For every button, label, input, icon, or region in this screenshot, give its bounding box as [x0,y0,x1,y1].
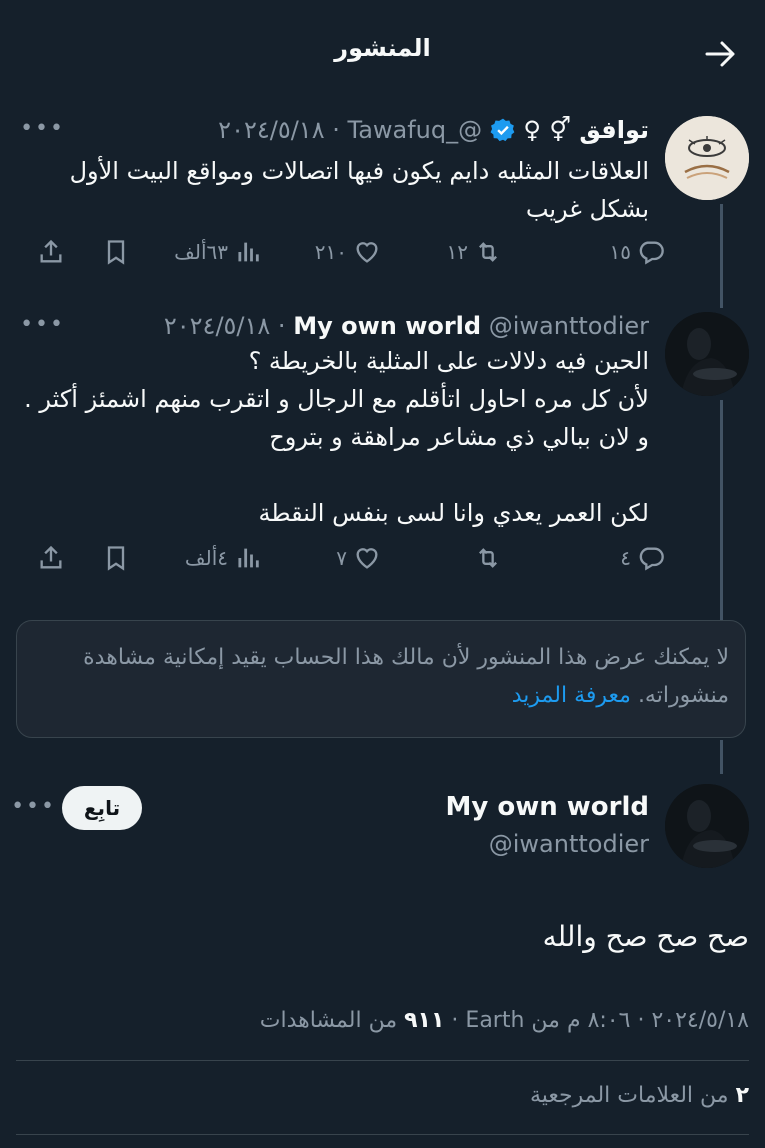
share-icon [40,239,62,263]
separator: · [637,1008,645,1033]
avatar-image [665,312,749,396]
avatar-image [665,116,749,200]
verified-badge-icon [490,118,515,142]
avatar[interactable] [665,312,749,396]
tweet-actions: ١٥ ١٢ ٢١٠ ٦٣ألف [16,232,665,272]
reply-icon [639,241,664,265]
reply-count: ١٥ [609,240,631,264]
handle[interactable]: @_Tawafuq [348,116,483,144]
back-button[interactable] [701,34,741,74]
heart-icon [356,548,378,569]
display-name[interactable]: My own world [293,312,481,340]
thread-line [720,400,723,620]
repost-button[interactable]: ١٢ [447,232,502,272]
divider [16,1060,749,1061]
arrow-right-icon [705,41,735,67]
views-chart-icon [238,242,259,262]
reply-icon [639,547,664,571]
bookmark-icon [107,546,125,571]
notice-text: لا يمكنك عرض هذا المنشور لأن مالك هذا ال… [83,645,729,708]
tweet[interactable]: My own world @iwanttodier · ٢٠٢٤/٥/١٨ ••… [17,312,649,532]
share-icon [40,545,62,569]
separator: · [277,312,286,340]
share-button[interactable] [37,538,65,578]
separator: · [332,116,340,144]
page-title: المنشور [334,34,431,62]
avatar-image [665,784,749,868]
separator: · [451,1008,459,1033]
tweet-date[interactable]: ٢٠٢٤/٥/١٨ [218,116,324,144]
learn-more-link[interactable]: معرفة المزيد [512,683,631,708]
like-button[interactable]: ٧ [336,538,381,578]
tweet-text: العلاقات المثليه دايم يكون فيها اتصالات … [69,157,649,223]
divider [16,1134,749,1135]
views-button[interactable]: ٦٣ألف [174,232,262,272]
more-options-icon[interactable]: ••• [20,116,65,146]
post-date[interactable]: ٢٠٢٤/٥/١٨ [651,1008,749,1033]
tweet-actions: ٤ ٧ ٤ألف [16,538,665,578]
views-count: ٩١١ [404,1008,445,1033]
handle[interactable]: @iwanttodier [489,830,649,858]
like-button[interactable]: ٢١٠ [315,232,381,272]
repost-icon [479,548,497,568]
bookmark-icon [107,240,125,265]
avatar[interactable] [665,784,749,868]
repost-icon [479,242,497,262]
top-bar: المنشور [0,0,765,106]
thread-line [720,204,723,308]
more-options-icon[interactable]: ••• [20,312,65,342]
post-time[interactable]: ٨:٠٦ م [567,1008,631,1033]
tweet-date[interactable]: ٢٠٢٤/٥/١٨ [164,312,270,340]
bookmark-button[interactable] [102,538,130,578]
post-meta: ٢٠٢٤/٥/١٨ · ٨:٠٦ م من Earth · ٩١١ من الم… [260,1008,749,1033]
avatar[interactable] [665,116,749,200]
views-button[interactable]: ٤ألف [185,538,262,578]
reply-button[interactable]: ١٥ [610,232,665,272]
like-count: ٢١٠ [314,240,347,264]
heart-icon [356,242,378,263]
repost-button[interactable] [468,538,502,578]
display-name[interactable]: توافق ⚥ ♀ [523,116,649,144]
reply-count: ٤ [620,546,631,570]
post-text: صح صح صح والله [542,920,749,953]
post-source: من Earth [465,1008,560,1033]
views-count: ٤ألف [184,546,228,570]
reply-button[interactable]: ٤ [620,538,665,578]
views-count: ٦٣ألف [174,240,228,264]
follow-button[interactable]: تابِع [62,786,142,830]
bookmarks-label: من العلامات المرجعية [529,1083,729,1108]
repost-count: ١٢ [446,240,468,264]
share-button[interactable] [37,232,65,272]
like-count: ٧ [336,546,347,570]
display-name[interactable]: My own world [445,792,649,822]
handle[interactable]: @iwanttodier [489,312,649,340]
more-options-icon[interactable]: ••• [11,794,56,824]
tweet-text: الحين فيه دلالات على المثلية بالخريطة ؟ … [24,347,649,527]
tweet-header: توافق ⚥ ♀ @_Tawafuq · ٢٠٢٤/٥/١٨ [17,116,649,150]
bookmarks-count: ٢ [735,1083,749,1108]
views-label: من المشاهدات [259,1008,398,1033]
thread-line [720,740,723,774]
restricted-post-notice: لا يمكنك عرض هذا المنشور لأن مالك هذا ال… [16,620,746,738]
tweet[interactable]: توافق ⚥ ♀ @_Tawafuq · ٢٠٢٤/٥/١٨ ••• العل… [17,116,649,246]
bookmarks-stat[interactable]: ٢ من العلامات المرجعية [530,1083,749,1108]
views-chart-icon [238,548,259,568]
bookmark-button[interactable] [102,232,130,272]
tweet-header: My own world @iwanttodier · ٢٠٢٤/٥/١٨ [17,312,649,346]
